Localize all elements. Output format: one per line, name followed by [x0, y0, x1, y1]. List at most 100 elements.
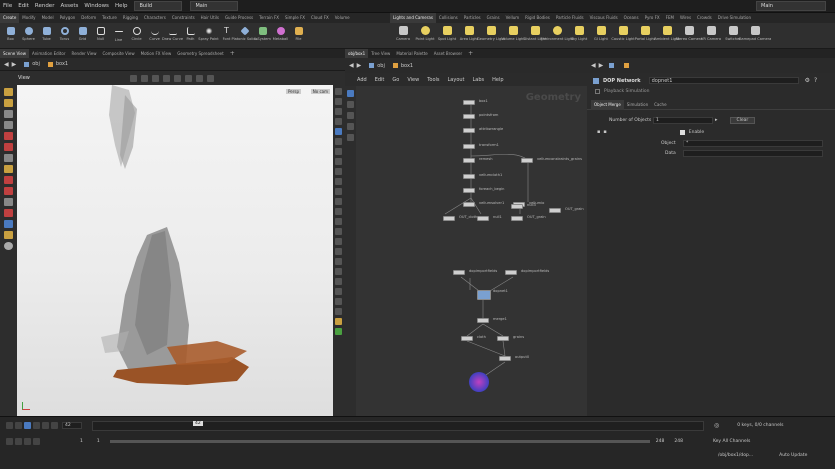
- shelf2-tab[interactable]: Grains: [484, 13, 503, 23]
- path-box1[interactable]: box1: [401, 63, 413, 69]
- menu-edit[interactable]: Edit: [371, 77, 389, 83]
- scope-tool-icon[interactable]: [4, 154, 13, 162]
- view-option-icon[interactable]: [195, 74, 203, 82]
- menu-labs[interactable]: Labs: [469, 77, 489, 83]
- play-icon[interactable]: [33, 422, 40, 429]
- menu-assets[interactable]: Assets: [57, 0, 81, 13]
- output-node[interactable]: [469, 372, 489, 392]
- display-option-icon[interactable]: [335, 148, 342, 155]
- tab-composite-view[interactable]: Composite View: [100, 49, 138, 59]
- ruler-tool-icon[interactable]: [4, 176, 13, 184]
- display-option-icon[interactable]: [335, 208, 342, 215]
- tool-metaball[interactable]: Metaball: [273, 23, 288, 41]
- display-option-icon[interactable]: [335, 308, 342, 315]
- network-option-icon[interactable]: [347, 134, 354, 141]
- network-node[interactable]: [477, 318, 489, 323]
- shelf-tab[interactable]: Cloud FX: [308, 13, 332, 23]
- tool-sphere[interactable]: Sphere: [21, 23, 36, 41]
- shelf-tab[interactable]: Rigging: [120, 13, 141, 23]
- jump-end-icon[interactable]: [51, 422, 58, 429]
- desktop-selector[interactable]: Build: [134, 1, 183, 11]
- tool-environment-light[interactable]: Environment Light: [540, 23, 574, 41]
- path-box1[interactable]: box1: [56, 61, 68, 67]
- network-node[interactable]: [461, 336, 473, 341]
- tool-caustic-light[interactable]: Caustic Light: [611, 23, 635, 41]
- view-option-icon[interactable]: [173, 74, 181, 82]
- shelf2-tab[interactable]: Lights and Cameras: [390, 13, 436, 23]
- network-node[interactable]: [497, 336, 509, 341]
- shelf2-tab[interactable]: Viscous Fluids: [587, 13, 621, 23]
- step-forward-icon[interactable]: [42, 422, 49, 429]
- tool-path[interactable]: Path: [183, 23, 198, 41]
- menu-view[interactable]: View: [403, 77, 423, 83]
- tab-render-view[interactable]: Render View: [68, 49, 99, 59]
- node-name-field[interactable]: dopnet1: [648, 77, 799, 84]
- tool-sky-light[interactable]: Sky Light: [568, 23, 590, 41]
- camera-tool-icon[interactable]: [4, 198, 13, 206]
- forward-icon[interactable]: ▶: [357, 62, 362, 69]
- tab-network[interactable]: obj/box1: [345, 48, 369, 59]
- clear-button[interactable]: Clear: [729, 116, 756, 124]
- network-node[interactable]: [463, 188, 475, 193]
- shelf-tab[interactable]: Create: [0, 13, 20, 23]
- tab-material-palette[interactable]: Material Palette: [393, 49, 430, 59]
- network-node[interactable]: [443, 216, 455, 221]
- view-option-icon[interactable]: [129, 74, 137, 82]
- tool-circle[interactable]: Circle: [129, 23, 144, 41]
- menu-file[interactable]: File: [0, 0, 15, 13]
- shelf2-tab[interactable]: Particle Fluids: [553, 13, 587, 23]
- tab-asset-browser[interactable]: Asset Browser: [431, 49, 465, 59]
- tool-stereo-camera[interactable]: Stereo Camera: [676, 23, 702, 41]
- path-obj[interactable]: obj: [377, 63, 385, 69]
- stop-icon[interactable]: [24, 422, 31, 429]
- shelf2-tab[interactable]: Wires: [677, 13, 694, 23]
- display-option-icon[interactable]: [335, 158, 342, 165]
- tool-tube[interactable]: Tube: [39, 23, 54, 41]
- menu-help[interactable]: Help: [488, 77, 507, 83]
- network-node[interactable]: [505, 270, 517, 275]
- shelf-tab[interactable]: Polygon: [57, 13, 79, 23]
- tool-curve[interactable]: Curve: [147, 23, 162, 41]
- tool-vr-camera[interactable]: VR Camera: [700, 23, 722, 41]
- shelf2-tab[interactable]: Collisions: [436, 13, 461, 23]
- display-option-icon[interactable]: [335, 218, 342, 225]
- frame-ruler[interactable]: 42: [92, 420, 704, 431]
- tab-geometry-spreadsheet[interactable]: Geometry Spreadsheet: [174, 49, 226, 59]
- shelf2-tab[interactable]: Particles: [461, 13, 484, 23]
- display-option-icon[interactable]: [335, 328, 342, 335]
- menu-windows[interactable]: Windows: [81, 0, 112, 13]
- shelf-tab[interactable]: Volume: [332, 13, 353, 23]
- tab-animation-editor[interactable]: Animation Editor: [29, 49, 69, 59]
- network-node[interactable]: [463, 128, 475, 133]
- shelf2-tab[interactable]: Oceans: [621, 13, 642, 23]
- display-option-icon[interactable]: [335, 88, 342, 95]
- network-node[interactable]: [477, 216, 489, 221]
- num-objects-field[interactable]: 1: [653, 116, 713, 124]
- shelf-tab[interactable]: Constraints: [169, 13, 198, 23]
- range-end[interactable]: 248: [656, 439, 665, 444]
- shelf-tab[interactable]: Terrain FX: [256, 13, 282, 23]
- shelf-tab[interactable]: Modify: [19, 13, 38, 23]
- add-tab-button[interactable]: +: [227, 49, 238, 59]
- tool-spot-light[interactable]: Spot Light: [436, 23, 458, 41]
- shelf-tab[interactable]: Texture: [99, 13, 120, 23]
- tool-spray-paint[interactable]: Spray Paint: [198, 23, 219, 41]
- shelf2-tab[interactable]: Crowds: [694, 13, 715, 23]
- back-icon[interactable]: ◀: [4, 61, 9, 68]
- display-option-icon[interactable]: [335, 128, 342, 135]
- gear-icon[interactable]: ⚙: [805, 77, 810, 84]
- shelf-tab[interactable]: Hair Utils: [198, 13, 222, 23]
- network-node[interactable]: [453, 270, 465, 275]
- network-node[interactable]: [463, 144, 475, 149]
- tool-torus[interactable]: Torus: [57, 23, 72, 41]
- view-option-icon[interactable]: [151, 74, 159, 82]
- lock-tool-icon[interactable]: [4, 132, 13, 140]
- view-option-icon[interactable]: [140, 74, 148, 82]
- tool-portal-light[interactable]: Portal Light: [634, 23, 656, 41]
- display-option-icon[interactable]: [335, 248, 342, 255]
- playback-checkbox[interactable]: [595, 88, 600, 94]
- render-tool-icon[interactable]: [4, 242, 13, 250]
- shelf2-tab[interactable]: Rigid Bodies: [522, 13, 553, 23]
- shelf2-tab[interactable]: Vellum: [503, 13, 523, 23]
- enable-checkbox[interactable]: [679, 129, 685, 135]
